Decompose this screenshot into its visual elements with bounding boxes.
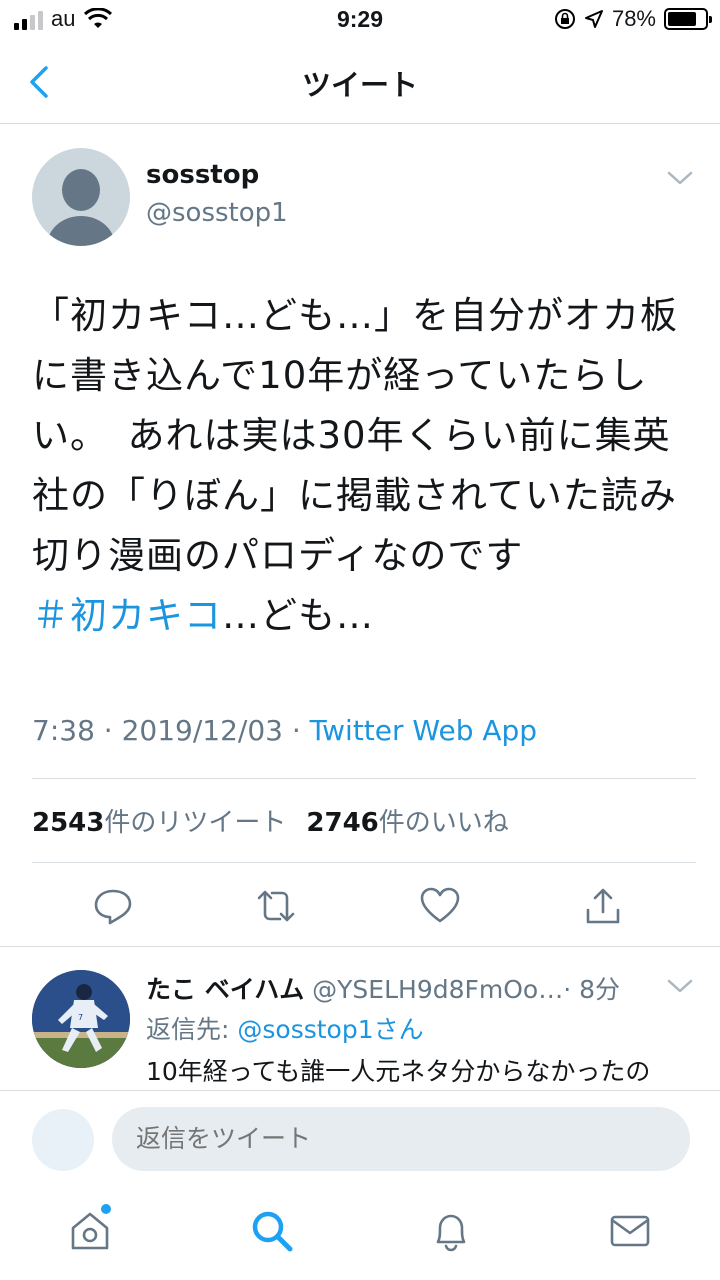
battery-percent: 78% xyxy=(611,6,656,31)
engagement-counts: 2543件のリツイート 2746件のいいね xyxy=(32,802,509,839)
retweet-count[interactable]: 2543件のリツイート xyxy=(32,802,286,839)
share-icon[interactable] xyxy=(583,886,623,926)
messages-envelope-icon[interactable] xyxy=(607,1208,653,1254)
reply-to-user-link[interactable]: @sosstop1さん xyxy=(237,1015,423,1044)
chevron-down-icon[interactable] xyxy=(666,976,694,996)
avatar[interactable]: 7 xyxy=(32,970,130,1068)
tweet-actions xyxy=(0,876,720,940)
like-count-label: 件のいいね xyxy=(378,808,509,838)
author-name[interactable]: sosstop xyxy=(146,160,259,190)
divider xyxy=(32,778,696,779)
like-count[interactable]: 2746件のいいね xyxy=(306,802,508,839)
status-right: 78% xyxy=(554,6,712,32)
hashtag-link[interactable]: ＃初カキコ xyxy=(32,594,222,637)
tab-bar xyxy=(0,1186,720,1280)
default-avatar-icon xyxy=(47,169,115,246)
chevron-down-icon[interactable] xyxy=(666,168,694,188)
tweet-body: 「初カキコ…ども…」を自分がオカ板に書き込んで10年が経っていたらしい。 あれは… xyxy=(32,294,678,577)
retweet-count-value: 2543 xyxy=(32,808,105,838)
reply-to-label: 返信先: xyxy=(146,1015,238,1044)
reply-time: · 8分 xyxy=(563,975,621,1004)
like-count-value: 2746 xyxy=(306,808,379,838)
status-bar: au 9:29 78% xyxy=(0,0,720,40)
reply-tweet[interactable]: 7 たこ ベイハム @YSELH9d8FmOo…· 8分 返信先: @sosst… xyxy=(0,948,720,1090)
reply-composer xyxy=(0,1090,720,1186)
orientation-lock-icon xyxy=(554,9,575,29)
retweet-count-label: 件のリツイート xyxy=(104,808,287,838)
reply-text: 10年経っても誰一人元ネタ分からなかったの xyxy=(146,1057,651,1086)
reply-to: 返信先: @sosstop1さん xyxy=(146,1010,424,1046)
reply-author-handle[interactable]: @YSELH9d8FmOo… xyxy=(304,975,563,1004)
tweet-text-suffix: …ども… xyxy=(222,594,374,637)
nav-bar: ツイート xyxy=(0,42,720,124)
baseball-player-avatar-image: 7 xyxy=(32,970,130,1068)
search-icon[interactable] xyxy=(249,1208,295,1254)
tweet-meta: 7:38 · 2019/12/03 · Twitter Web App xyxy=(32,714,537,747)
avatar xyxy=(32,1109,94,1171)
page-title: ツイート xyxy=(301,68,418,102)
reply-icon[interactable] xyxy=(93,886,133,926)
divider xyxy=(0,946,720,947)
location-icon xyxy=(584,10,603,28)
retweet-icon[interactable] xyxy=(256,886,296,926)
home-icon[interactable] xyxy=(67,1208,113,1254)
reply-input[interactable] xyxy=(112,1107,690,1171)
tweet-text: 「初カキコ…ども…」を自分がオカ板に書き込んで10年が経っていたらしい。 あれは… xyxy=(32,286,702,646)
notification-dot xyxy=(101,1204,111,1214)
like-heart-icon[interactable] xyxy=(420,886,460,926)
notifications-bell-icon[interactable] xyxy=(428,1208,474,1254)
tweet-timestamp: 7:38 · 2019/12/03 · xyxy=(32,714,310,747)
tweet-source-link[interactable]: Twitter Web App xyxy=(310,714,537,747)
divider xyxy=(32,862,696,863)
reply-header: たこ ベイハム @YSELH9d8FmOo…· 8分 xyxy=(146,970,656,1006)
avatar[interactable] xyxy=(32,148,130,246)
reply-author-name[interactable]: たこ ベイハム xyxy=(146,975,304,1004)
svg-text:7: 7 xyxy=(78,1013,83,1022)
author-handle[interactable]: @sosstop1 xyxy=(146,198,288,228)
battery-icon xyxy=(664,8,712,30)
